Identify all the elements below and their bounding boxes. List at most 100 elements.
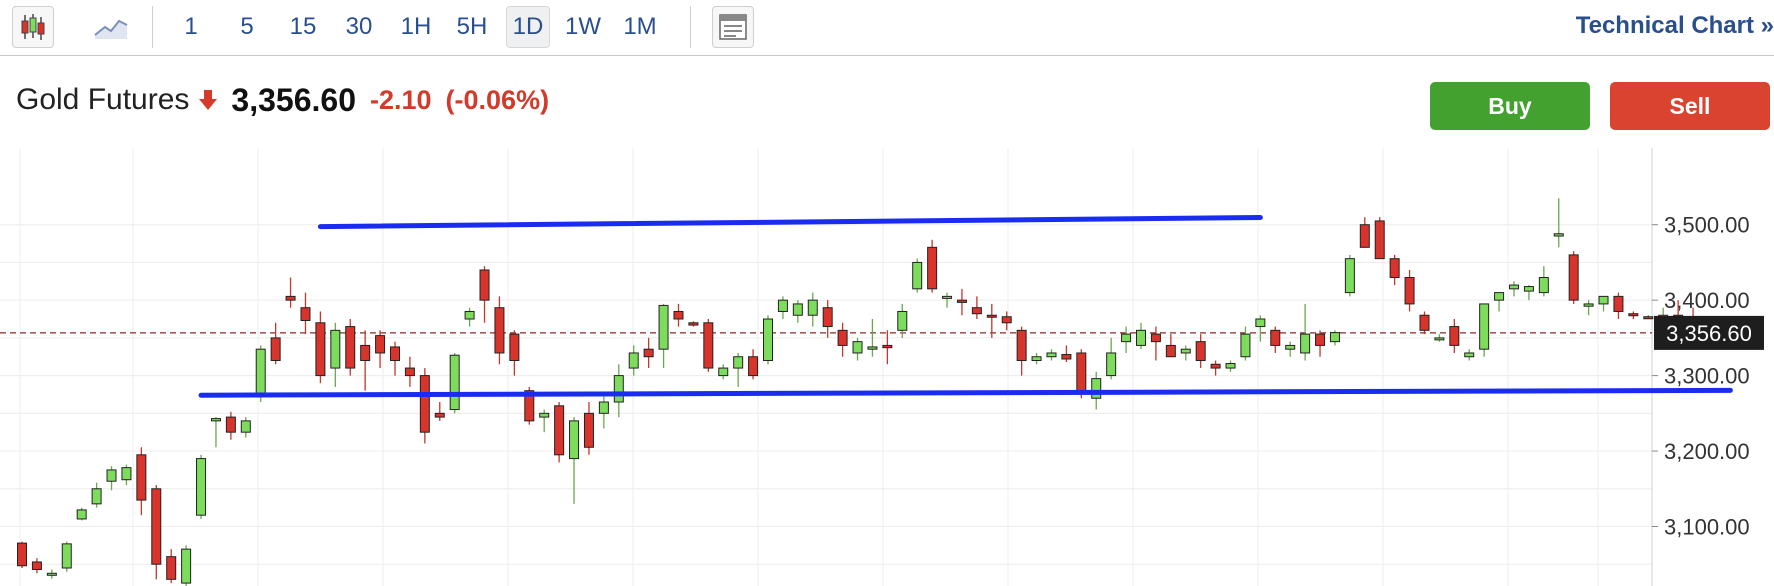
candle-down [748,356,759,377]
candle-up [1240,333,1251,358]
candle-up [867,346,878,350]
candle-down [1613,295,1624,312]
candle-down [166,556,177,580]
candle-up [1106,352,1117,377]
candle-up [733,356,744,369]
candle-up [1091,378,1102,399]
candle-down [1076,352,1087,395]
candle-up [240,420,251,433]
candlestick-chart[interactable]: 3,100.00 3,200.00 3,300.00 3,400.00 3,500.00… [0,0,1774,586]
candle-down [1404,277,1415,305]
trendline [198,387,1733,398]
candle-down [1150,333,1161,343]
candle-down [300,307,311,322]
candle-up [1538,277,1549,294]
candle-up [1225,363,1236,369]
candle-up [628,352,639,369]
candle-down [643,348,654,358]
candle-up [792,303,803,316]
candle-up [61,543,72,569]
candle-up [897,310,908,331]
candle-up [91,488,102,505]
candle-up [464,310,475,320]
candle-down [837,329,848,346]
candle-down [509,333,520,362]
candle-down [390,346,400,362]
candle-up [942,295,953,299]
candle-down [1195,341,1206,362]
candle-down [1165,344,1176,358]
candle-down [1374,220,1385,260]
candle-up [539,412,550,418]
candle-up [1464,352,1475,358]
candle-up [1509,284,1519,290]
candle-up [181,548,192,584]
candle-down [136,454,147,501]
candle-down [986,314,997,318]
candle-up [1553,233,1564,237]
candle-down [688,322,699,326]
candle-down [270,337,281,362]
candle-down [404,367,415,377]
candle-down [1270,329,1281,346]
candle-up [46,572,57,576]
trendline [317,215,1263,230]
candle-down [419,375,430,433]
candle-down [151,488,162,565]
candle-down [822,307,833,328]
candle-up [106,469,117,482]
candle-up [255,348,266,395]
candle-up [1255,318,1266,328]
candle-down [1643,316,1654,320]
candle-down [1449,326,1460,346]
candle-up [569,420,580,460]
candle-up [1523,286,1534,292]
y-tick-label: 3,200.00 [1664,439,1750,464]
candle-down [285,295,296,301]
candle-down [31,561,42,571]
candle-down [1568,254,1579,301]
candle-down [1359,224,1370,248]
candle-up [613,375,624,403]
candle-up [777,299,788,312]
y-tick-label: 3,300.00 [1664,364,1750,389]
candle-up [1300,333,1311,354]
candle-up [449,354,460,411]
candle-down [1315,333,1326,346]
candle-up [1136,329,1146,346]
candle-up [76,509,87,520]
candle-up [1121,333,1132,343]
candle-up [763,318,773,362]
candle-up [1479,303,1490,350]
candle-down [882,344,893,349]
candle-up [718,367,729,377]
candle-down [434,412,445,418]
candle-down [1061,353,1072,360]
candle-up [1285,344,1296,350]
candle-up [330,329,341,369]
candle-up [1434,337,1445,341]
candle-down [554,405,565,456]
candle-down [703,322,714,369]
candle-down [1210,363,1221,369]
candle-down [956,299,967,303]
candle-down [494,307,505,354]
candle-up [1344,258,1355,294]
candle-up [210,418,221,422]
candle-down [1389,258,1400,279]
candle-up [1180,348,1191,354]
candle-up [598,401,609,414]
candle-up [658,304,669,350]
candle-down [1419,314,1430,331]
candle-up [1598,295,1609,305]
candle-down [1001,316,1012,324]
candle-up [852,341,863,354]
y-tick-label: 3,500.00 [1664,213,1750,238]
candle-up [121,467,132,481]
candle-up [1494,292,1505,301]
candle-down [315,322,326,377]
candle-down [225,416,236,433]
candle-up [912,261,923,290]
candle-up [1031,356,1042,362]
candle-down [927,246,938,290]
